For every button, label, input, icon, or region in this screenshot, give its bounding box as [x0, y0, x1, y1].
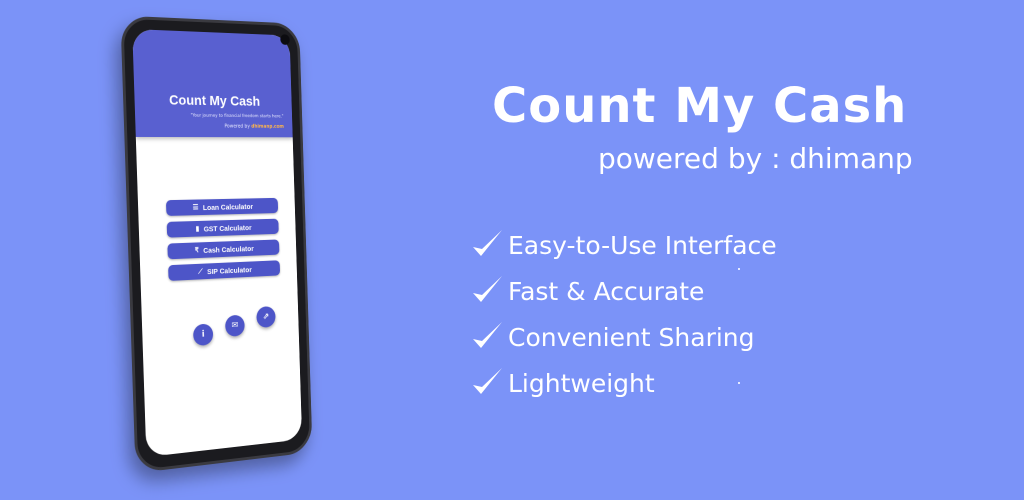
info-icon: i: [201, 329, 205, 340]
hero-title: Count My Cash: [492, 78, 908, 134]
cash-calculator-button[interactable]: ₹ Cash Calculator: [167, 239, 280, 260]
app-title: Count My Cash: [168, 91, 261, 109]
gst-calculator-button[interactable]: ▮ GST Calculator: [166, 218, 279, 238]
feature-item: Lightweight: [468, 360, 777, 406]
email-icon: ✉: [231, 320, 239, 331]
share-icon: ⇗: [262, 311, 270, 322]
phone-frame: Count My Cash "Your journey to financial…: [120, 15, 313, 474]
rupee-icon: ₹: [194, 246, 199, 254]
list-icon: ☰: [192, 203, 199, 211]
feature-list: Easy-to-Use Interface Fast & Accurate Co…: [468, 222, 777, 406]
app-header: Count My Cash "Your journey to financial…: [132, 29, 293, 138]
info-button[interactable]: i: [192, 323, 214, 347]
feature-label: Convenient Sharing: [508, 322, 755, 352]
feature-label: Easy-to-Use Interface: [508, 230, 777, 260]
camera-icon: [280, 34, 290, 45]
feature-item: Fast & Accurate: [468, 268, 777, 314]
share-button[interactable]: ⇗: [256, 305, 276, 329]
phone-mockup: Count My Cash "Your journey to financial…: [120, 15, 313, 474]
checkmark-icon: [473, 368, 502, 394]
document-icon: ▮: [195, 225, 200, 233]
feature-label: Lightweight: [508, 368, 655, 398]
decorative-dot: [738, 268, 740, 270]
email-button[interactable]: ✉: [224, 314, 245, 337]
feature-item: Easy-to-Use Interface: [468, 222, 777, 268]
chart-icon: ⟋: [198, 268, 203, 276]
checkmark-icon: [473, 322, 502, 348]
menu-label: Loan Calculator: [202, 201, 254, 212]
powered-prefix: Powered by: [224, 123, 250, 130]
decorative-dot: [738, 382, 740, 384]
hero-subtitle: powered by : dhimanp: [598, 142, 913, 175]
menu-label: SIP Calculator: [206, 264, 252, 276]
phone-screen: Count My Cash "Your journey to financial…: [132, 29, 303, 458]
app-tagline: "Your journey to financial freedom start…: [190, 113, 284, 120]
feature-item: Convenient Sharing: [468, 314, 777, 360]
checkmark-icon: [473, 230, 502, 256]
sip-calculator-button[interactable]: ⟋ SIP Calculator: [168, 260, 281, 281]
menu-label: Cash Calculator: [203, 243, 254, 255]
action-buttons: i ✉ ⇗: [192, 305, 276, 347]
checkmark-icon: [473, 276, 502, 302]
powered-brand-link[interactable]: dhimanp.com: [251, 124, 284, 130]
menu-label: GST Calculator: [203, 222, 252, 233]
app-powered-by: Powered by dhimanp.com: [135, 123, 284, 130]
calculator-menu: ☰ Loan Calculator ▮ GST Calculator ₹ Cas…: [165, 197, 281, 281]
loan-calculator-button[interactable]: ☰ Loan Calculator: [165, 197, 279, 216]
feature-label: Fast & Accurate: [508, 276, 705, 306]
